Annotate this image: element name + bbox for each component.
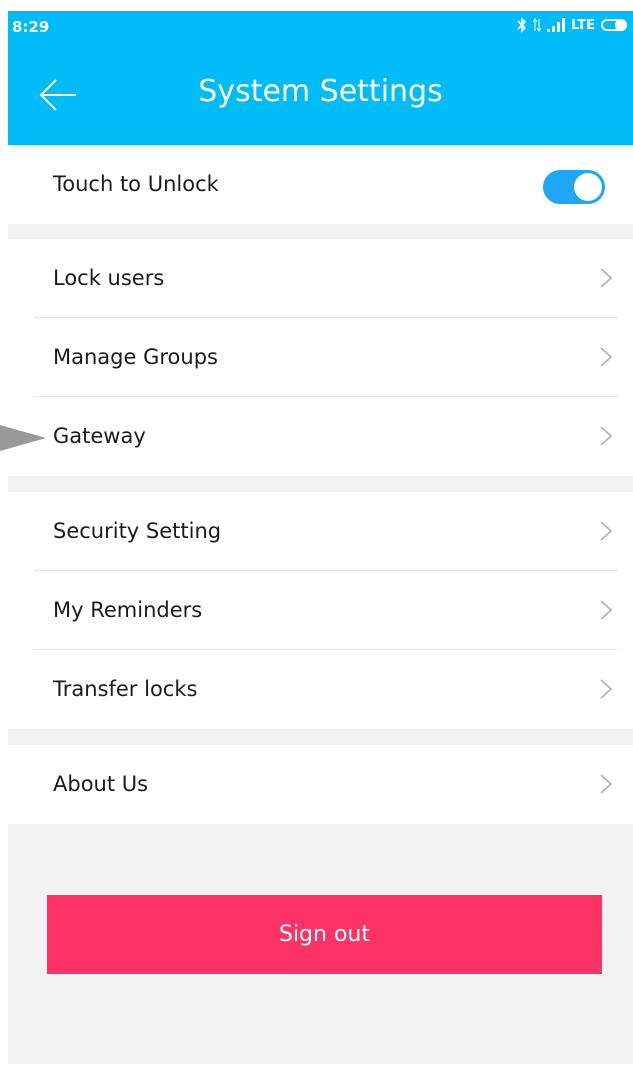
about-us-label: About Us	[53, 772, 149, 796]
chevron-right-icon	[600, 268, 613, 288]
security-setting-row[interactable]: Security Setting	[8, 492, 633, 571]
battery-icon	[601, 19, 627, 31]
lock-management-group: Lock users Manage Groups Gateway	[8, 239, 633, 476]
touch-to-unlock-toggle[interactable]	[543, 170, 605, 204]
signal-icon	[547, 18, 566, 32]
chevron-right-icon	[600, 347, 613, 367]
page-title: System Settings	[198, 74, 443, 109]
touch-to-unlock-row: Touch to Unlock	[8, 145, 633, 224]
phone-screen: 8:29 LTE System Settings Touch to Unlock…	[8, 11, 633, 1064]
network-type: LTE	[571, 17, 595, 33]
chevron-right-icon	[600, 600, 613, 620]
transfer-locks-label: Transfer locks	[53, 677, 198, 701]
lock-users-row[interactable]: Lock users	[8, 239, 633, 318]
security-setting-label: Security Setting	[53, 519, 222, 543]
chevron-right-icon	[600, 774, 613, 794]
about-group: About Us	[8, 745, 633, 824]
my-reminders-label: My Reminders	[53, 598, 203, 622]
about-us-row[interactable]: About Us	[8, 745, 633, 824]
status-icons: LTE	[517, 17, 627, 33]
lock-users-label: Lock users	[53, 266, 165, 290]
security-group: Security Setting My Reminders Transfer l…	[8, 492, 633, 729]
data-arrows-icon	[533, 18, 542, 32]
my-reminders-row[interactable]: My Reminders	[8, 571, 633, 650]
chevron-right-icon	[600, 426, 613, 446]
manage-groups-label: Manage Groups	[53, 345, 218, 369]
touch-unlock-group: Touch to Unlock	[8, 145, 633, 224]
toggle-knob	[574, 173, 602, 201]
transfer-locks-row[interactable]: Transfer locks	[8, 650, 633, 729]
app-bar: System Settings	[8, 45, 633, 145]
gateway-row[interactable]: Gateway	[8, 397, 633, 476]
status-bar: 8:29 LTE	[8, 11, 633, 45]
touch-to-unlock-label: Touch to Unlock	[53, 172, 219, 196]
status-time: 8:29	[12, 18, 50, 36]
manage-groups-row[interactable]: Manage Groups	[8, 318, 633, 397]
chevron-right-icon	[600, 679, 613, 699]
chevron-right-icon	[600, 521, 613, 541]
sign-out-button[interactable]: Sign out	[47, 895, 602, 974]
pointer-arrow-icon	[0, 425, 46, 451]
bluetooth-icon	[517, 17, 527, 33]
gateway-label: Gateway	[53, 424, 146, 448]
